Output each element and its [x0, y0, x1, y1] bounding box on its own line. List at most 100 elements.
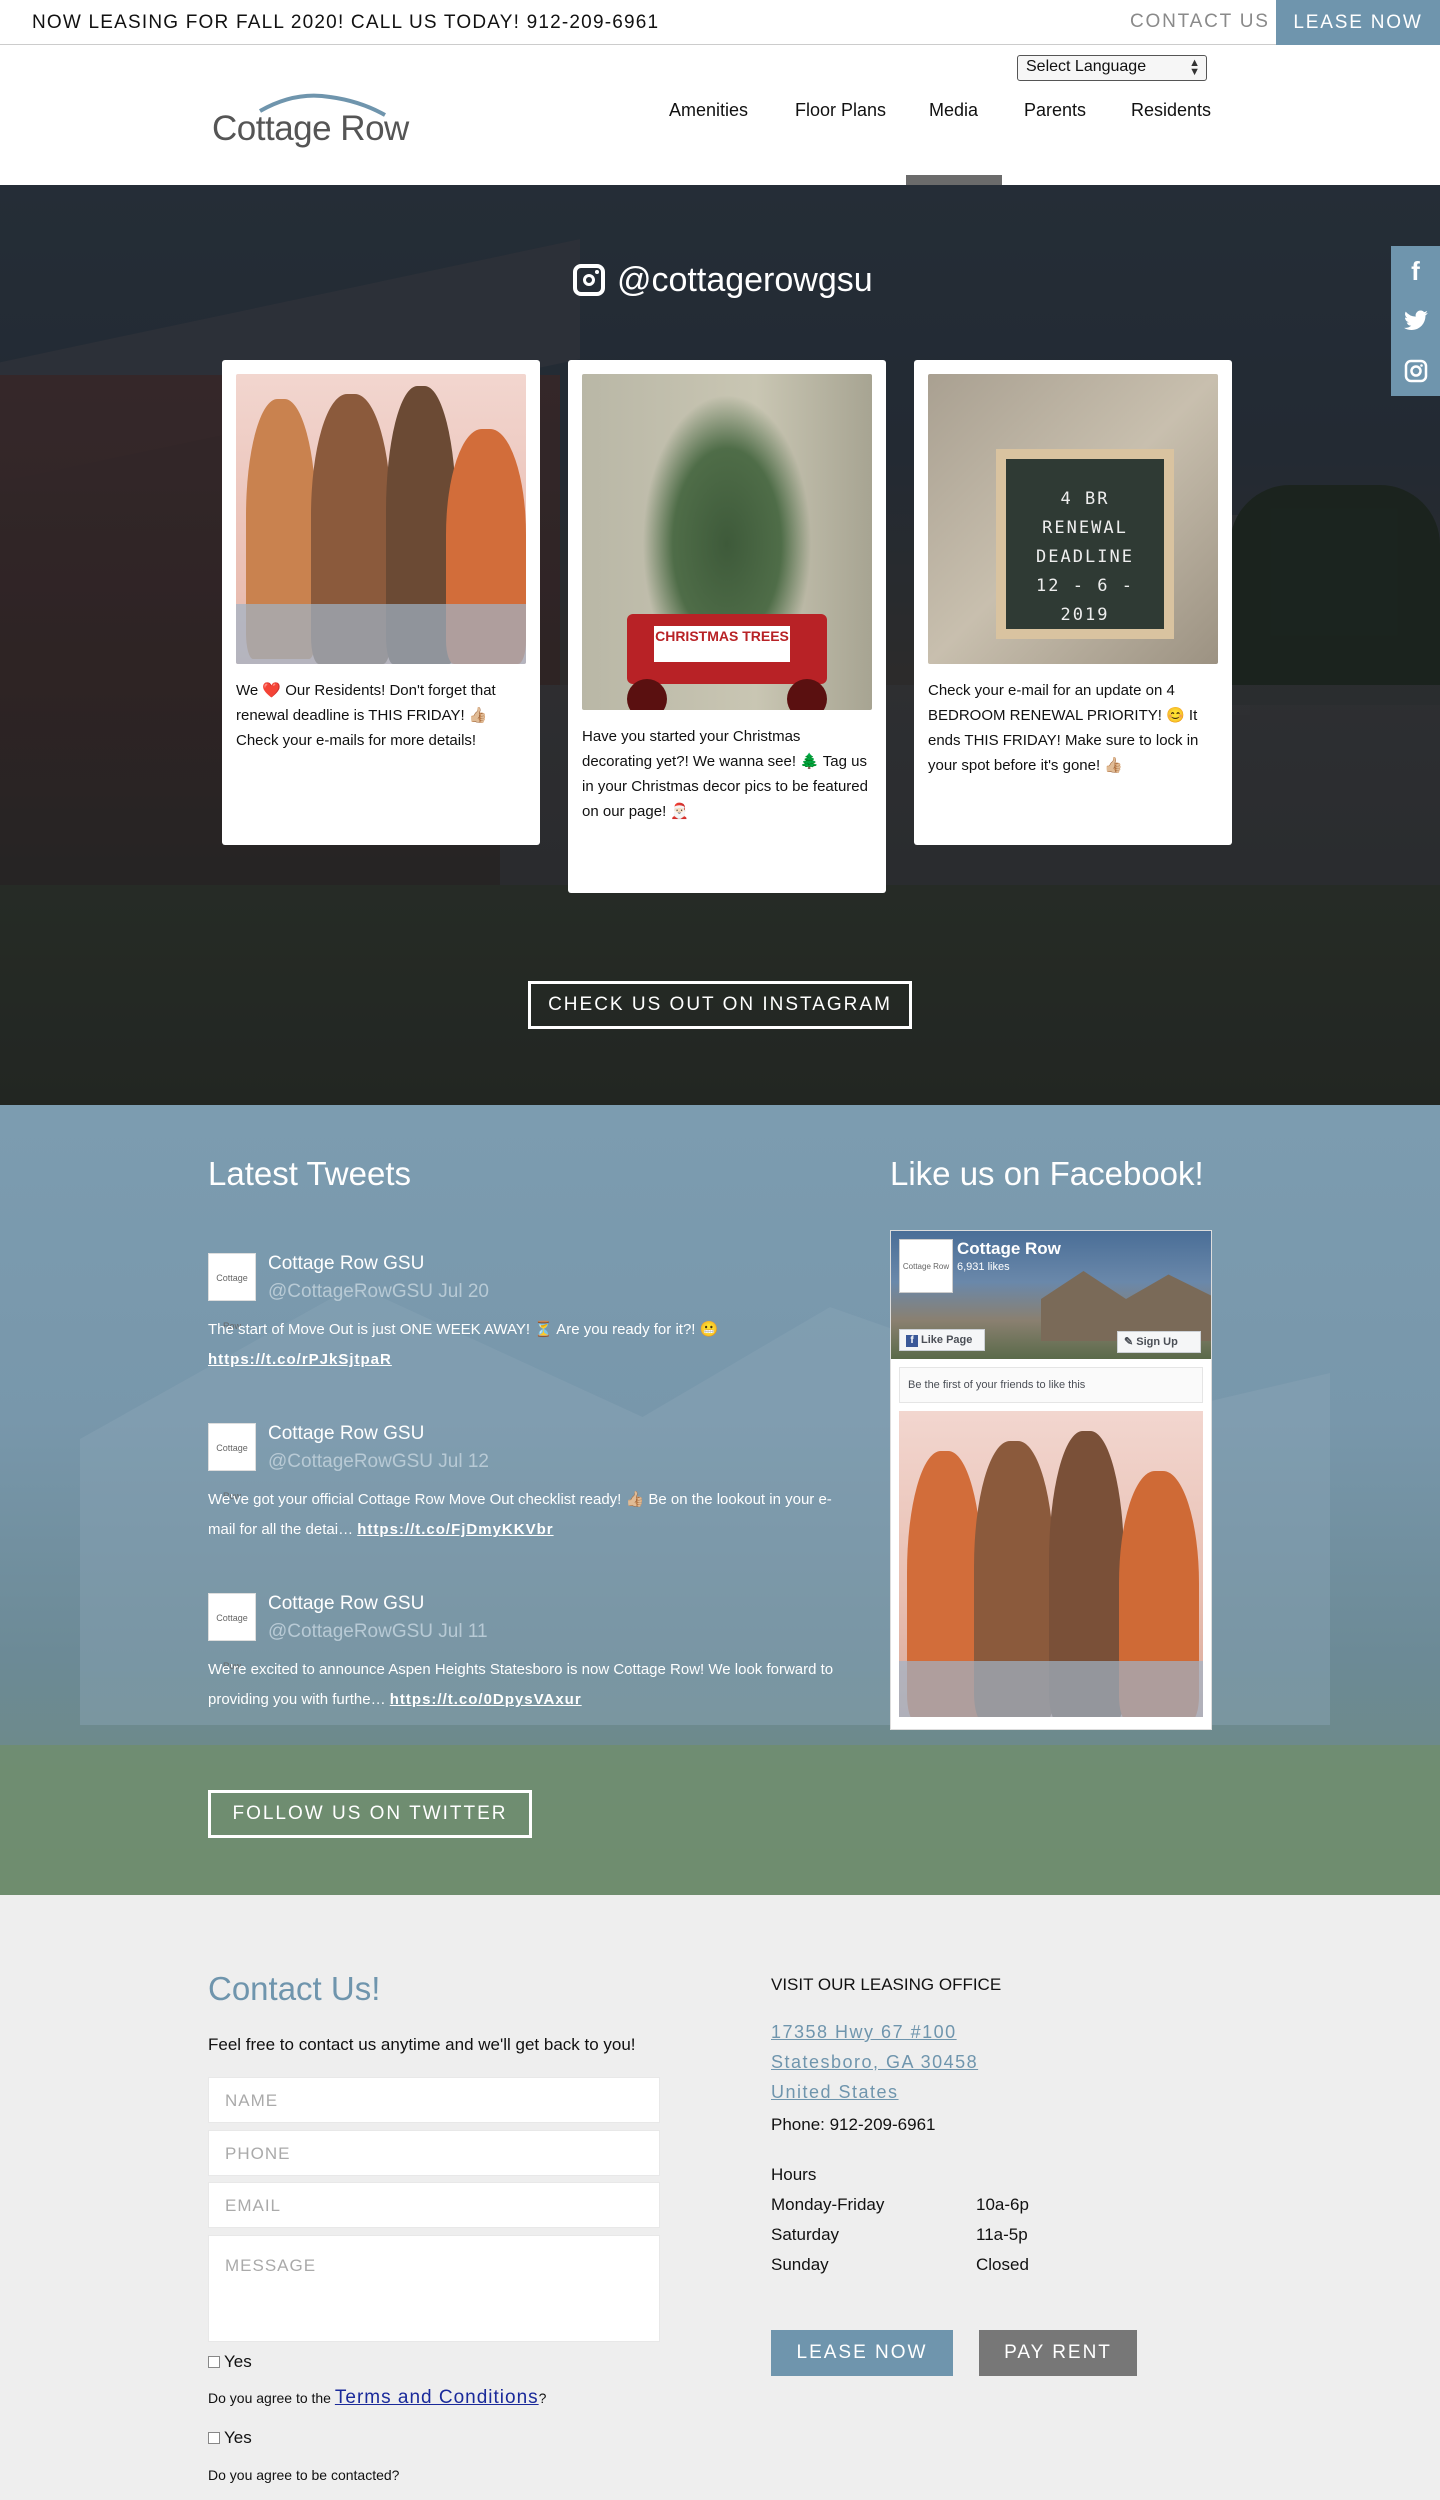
- site-header: Select Language ▲ ▼ Cottage Row Amenities…: [0, 45, 1440, 185]
- terms-question: Do you agree to the Terms and Conditions…: [208, 2387, 546, 2409]
- email-field[interactable]: EMAIL: [208, 2182, 660, 2228]
- hours-time: 10a-6p: [976, 2195, 1029, 2214]
- facebook-f-icon: f: [906, 1335, 918, 1347]
- hours-row: Sunday Closed: [771, 2255, 1071, 2275]
- pencil-icon: ✎: [1124, 1336, 1137, 1348]
- contact-us-link[interactable]: CONTACT US: [1130, 11, 1270, 33]
- instagram-handle-text: @cottagerowgsu: [617, 260, 873, 299]
- instagram-post-card[interactable]: 4 BR RENEWAL DEADLINE 12 - 6 - 2019 Chec…: [914, 360, 1232, 845]
- tweet-item: Cottage Row Cottage Row GSU @CottageRowG…: [208, 1593, 833, 1723]
- christmas-sign: CHRISTMAS TREES: [652, 624, 792, 664]
- hours-row: Saturday 11a-5p: [771, 2225, 1071, 2245]
- tweet-author[interactable]: Cottage Row GSU: [268, 1423, 424, 1445]
- facebook-page-name[interactable]: Cottage Row: [957, 1239, 1061, 1259]
- instagram-icon: [573, 264, 605, 296]
- checkbox-box[interactable]: [208, 2356, 220, 2368]
- tweet-text: We're excited to announce Aspen Heights …: [208, 1655, 838, 1715]
- hours-day: Saturday: [771, 2225, 840, 2244]
- tweet-avatar[interactable]: Cottage Row: [208, 1423, 256, 1501]
- instagram-post-caption: We ❤️ Our Residents! Don't forget that r…: [236, 682, 496, 749]
- instagram-cta-button[interactable]: CHECK US OUT ON INSTAGRAM: [528, 981, 912, 1029]
- address-line[interactable]: 17358 Hwy 67 #100: [771, 2022, 957, 2043]
- terms-suffix: ?: [538, 2390, 547, 2406]
- facebook-icon[interactable]: f: [1391, 246, 1440, 296]
- hours-title: Hours: [771, 2165, 817, 2184]
- letterboard: 4 BR RENEWAL DEADLINE 12 - 6 - 2019: [996, 449, 1174, 639]
- instagram-post-caption: Have you started your Christmas decorati…: [582, 728, 868, 820]
- latest-tweets-title: Latest Tweets: [208, 1155, 412, 1192]
- terms-checkbox[interactable]: Yes: [208, 2352, 252, 2372]
- terms-link[interactable]: Terms and Conditions: [335, 2387, 539, 2408]
- tweet-link[interactable]: https://t.co/FjDmyKKVbr: [357, 1521, 553, 1538]
- instagram-handle[interactable]: @cottagerowgsu: [573, 260, 873, 300]
- tweet-item: Cottage Row Cottage Row GSU @CottageRowG…: [208, 1253, 828, 1383]
- contact-yes-label: Yes: [224, 2428, 252, 2447]
- letterboard-line: 12 - 6 - 2019: [1036, 576, 1134, 625]
- tweet-author[interactable]: Cottage Row GSU: [268, 1593, 424, 1615]
- tweet-handle-date: @CottageRowGSU Jul 11: [268, 1621, 488, 1642]
- name-field[interactable]: NAME: [208, 2077, 660, 2123]
- nav-floor-plans[interactable]: Floor Plans: [795, 100, 886, 121]
- office-title: VISIT OUR LEASING OFFICE: [771, 1975, 1002, 1994]
- logo-text: Cottage Row: [212, 109, 409, 148]
- language-select-label: Select Language: [1026, 58, 1147, 75]
- facebook-like-count: 6,931 likes: [957, 1261, 1010, 1273]
- tweet-link[interactable]: https://t.co/rPJkSjtpaR: [208, 1351, 392, 1368]
- contact-title: Contact Us!: [208, 1970, 381, 2007]
- facebook-like-button[interactable]: f Like Page: [899, 1329, 985, 1351]
- hours-day: Sunday: [771, 2255, 829, 2274]
- facebook-post-photo[interactable]: [899, 1411, 1203, 1717]
- hours-row: Monday-Friday 10a-6p: [771, 2195, 1071, 2215]
- logo[interactable]: Cottage Row: [210, 89, 410, 149]
- tweet-handle-date: @CottageRowGSU Jul 20: [268, 1281, 489, 1302]
- letterboard-line: RENEWAL: [1042, 518, 1128, 538]
- tweet-avatar[interactable]: Cottage Row: [208, 1593, 256, 1671]
- letterboard-line: DEADLINE: [1036, 547, 1134, 567]
- checkbox-box[interactable]: [208, 2432, 220, 2444]
- instagram-post-card[interactable]: CHRISTMAS TREES Have you started your Ch…: [568, 360, 886, 893]
- tweet-item: Cottage Row Cottage Row GSU @CottageRowG…: [208, 1423, 832, 1553]
- top-bar: NOW LEASING FOR FALL 2020! CALL US TODAY…: [0, 0, 1440, 45]
- contact-section: Contact Us! Feel free to contact us anyt…: [0, 1895, 1440, 2500]
- contact-checkbox[interactable]: Yes: [208, 2428, 252, 2448]
- terms-yes-label: Yes: [224, 2352, 252, 2371]
- twitter-bird-icon: [1403, 310, 1428, 330]
- facebook-signup-button[interactable]: ✎ Sign Up: [1117, 1331, 1201, 1353]
- hours-time: 11a-5p: [976, 2225, 1028, 2244]
- lease-now-button[interactable]: LEASE NOW: [771, 2330, 953, 2376]
- facebook-friends-text: Be the first of your friends to like thi…: [899, 1367, 1203, 1403]
- instagram-section: @cottagerowgsu We ❤️ Our Residents! Don'…: [0, 185, 1440, 1105]
- select-arrows-icon: ▲ ▼: [1189, 57, 1200, 78]
- lease-now-top-button[interactable]: LEASE NOW: [1276, 0, 1440, 45]
- nav-amenities[interactable]: Amenities: [669, 100, 748, 121]
- letterboard-line: 4 BR: [1060, 489, 1110, 509]
- language-select[interactable]: Select Language ▲ ▼: [1017, 55, 1207, 81]
- facebook-page-avatar[interactable]: Cottage Row: [899, 1239, 953, 1293]
- nav-residents[interactable]: Residents: [1131, 100, 1211, 121]
- address-line[interactable]: Statesboro, GA 30458: [771, 2052, 978, 2073]
- nav-media[interactable]: Media: [929, 100, 978, 121]
- tweet-author[interactable]: Cottage Row GSU: [268, 1253, 424, 1275]
- phone-field[interactable]: PHONE: [208, 2130, 660, 2176]
- tweet-text: We've got your official Cottage Row Move…: [208, 1485, 838, 1545]
- address-line[interactable]: United States: [771, 2082, 899, 2103]
- office-phone: Phone: 912-209-6961: [771, 2115, 936, 2134]
- tweet-avatar[interactable]: Cottage Row: [208, 1253, 256, 1331]
- active-nav-indicator: [906, 175, 1002, 185]
- instagram-post-card[interactable]: We ❤️ Our Residents! Don't forget that r…: [222, 360, 540, 845]
- tweet-handle-date: @CottageRowGSU Jul 12: [268, 1451, 489, 1472]
- contact-subtitle: Feel free to contact us anytime and we'l…: [208, 2035, 636, 2054]
- pay-rent-button[interactable]: PAY RENT: [979, 2330, 1137, 2376]
- announcement-text: NOW LEASING FOR FALL 2020! CALL US TODAY…: [32, 12, 660, 33]
- facebook-widget: Cottage Row Cottage Row 6,931 likes f Lik…: [890, 1230, 1212, 1730]
- twitter-icon[interactable]: [1391, 296, 1440, 346]
- facebook-title: Like us on Facebook!: [890, 1155, 1204, 1192]
- nav-parents[interactable]: Parents: [1024, 100, 1086, 121]
- message-field[interactable]: MESSAGE: [208, 2235, 660, 2342]
- instagram-icon[interactable]: [1391, 346, 1440, 396]
- contact-question: Do you agree to be contacted?: [208, 2467, 400, 2483]
- instagram-camera-icon: [1404, 359, 1427, 383]
- tweet-link[interactable]: https://t.co/0DpysVAxur: [390, 1691, 582, 1708]
- follow-twitter-button[interactable]: FOLLOW US ON TWITTER: [208, 1790, 532, 1838]
- hours-day: Monday-Friday: [771, 2195, 885, 2214]
